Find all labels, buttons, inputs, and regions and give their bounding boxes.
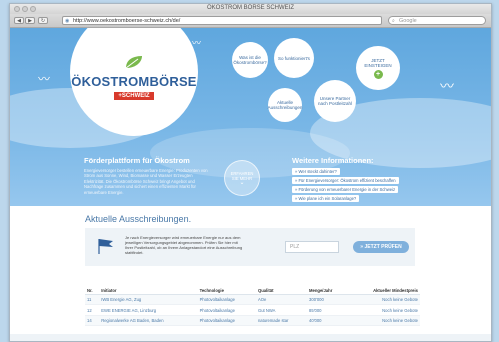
search-icon: ⌕ [392,18,395,24]
bird-icon: 〰 [440,78,454,94]
desktop-background: ÖKOSTROM BÖRSE SCHWEIZ ◀ ▶ ↻ ◉ http://ww… [0,0,499,342]
hero-right-title: Weitere Informationen: [292,156,374,165]
info-link[interactable]: » Förderung von erneuerbarer Energie in … [292,186,399,193]
bubble-how-it-works[interactable]: So funktioniert's [274,38,314,78]
info-link[interactable]: » Wer steckt dahinter? [292,168,340,175]
plz-input[interactable]: PLZ [285,241,339,253]
bubble-label: JETZT EINSTEIGEN [364,57,392,68]
address-bar[interactable]: ◉ http://www.oekostromboerse-schweiz.ch/… [62,16,382,25]
info-link[interactable]: » Für Energieversorger: Ökostrom effizie… [292,177,399,184]
cell-nr: 12 [85,304,100,316]
logo-text: ÖKOSTROMBÖRSE [71,74,197,89]
learn-more-button[interactable]: ERFAHREN SIE MEHR ⌄ [224,160,260,196]
bubble-label: Unsere Partner nach Postleitzahl [317,96,353,106]
column-header: Aktueller Mindestpreis [347,286,420,295]
column-header: Nr. [85,286,100,295]
plus-icon: + [373,69,383,79]
check-now-button[interactable]: » JETZT PRÜFEN [353,241,409,253]
search-placeholder: Google [399,18,417,24]
hero-left-title: Förderplattform für Ökostrom [84,156,190,165]
learn-more-label: ERFAHREN SIE MEHR [230,170,254,181]
bubble-what-is[interactable]: Was ist die Ökostrombörse? [232,42,268,78]
column-header: Menge/Jahr [307,286,348,295]
cell-quantity: 300'000 [307,294,348,306]
bubble-partners[interactable]: Unsere Partner nach Postleitzahl [314,80,356,122]
site-favicon-icon: ◉ [65,18,70,24]
cell-nr: 11 [85,294,100,306]
flag-icon [98,239,113,254]
reload-icon[interactable]: ↻ [38,17,48,24]
cell-technology: Photovoltaikanlage [197,304,256,316]
bubble-label: So funktioniert's [278,55,310,61]
cell-initiator[interactable]: Regionalwerke AG Baden, Baden [99,315,198,327]
table-row[interactable]: 11 IWB Energie AG, Zug Photovoltaikanlag… [85,294,420,306]
bubble-tenders[interactable]: Aktuelle Ausschreibungen [268,88,302,122]
forward-arrow-icon[interactable]: ▶ [25,17,35,24]
table-header-row: Nr. Initiator Technologie Qualität Menge… [85,286,420,295]
plz-search-box: Je nach Energieversorger wird erneuerbar… [85,228,415,266]
cell-quality: AOe [255,294,308,306]
table-row[interactable]: 12 EWE ENERGIE AG, Linzburg Photovoltaik… [85,304,420,316]
search-field[interactable]: ⌕ Google [388,16,486,25]
cell-quantity: 40'000 [307,315,348,327]
cell-technology: Photovoltaikanlage [197,315,256,327]
cell-quality: naturemade star [255,315,308,327]
browser-toolbar: ◀ ▶ ↻ ◉ http://www.oekostromboerse-schwe… [10,14,491,28]
back-arrow-icon[interactable]: ◀ [14,17,24,24]
cell-quantity: 85'000 [307,304,348,316]
tenders-table: Nr. Initiator Technologie Qualität Menge… [85,286,420,327]
footer-bar [10,334,491,341]
bubble-join-now[interactable]: JETZT EINSTEIGEN + [356,46,400,90]
page-content: 〰 〰 〰 ÖKOSTROMBÖRSE +SCHWEIZ Was ist die… [10,28,491,341]
browser-window: ÖKOSTROM BÖRSE SCHWEIZ ◀ ▶ ↻ ◉ http://ww… [9,3,492,342]
cell-initiator[interactable]: IWB Energie AG, Zug [99,294,198,306]
bubble-label: Was ist die Ökostrombörse? [233,55,267,65]
cell-min-price: Noch keine Gebote [347,315,420,327]
info-link[interactable]: » Wie plane ich ein Solaranlage? [292,195,360,202]
column-header: Qualität [255,286,308,295]
tenders-section: Aktuelle Ausschreibungen. Je nach Energi… [10,206,491,341]
cell-min-price: Noch keine Gebote [347,304,420,316]
hero-left-body: Energieversorger bestellen erneuerbare E… [84,168,208,195]
address-url: http://www.oekostromboerse-schweiz.ch/de… [73,18,181,24]
leaf-logo-icon [125,56,142,69]
bird-icon: 〰 [38,72,51,86]
logo-badge: +SCHWEIZ [114,92,154,100]
hero-section: 〰 〰 〰 ÖKOSTROMBÖRSE +SCHWEIZ Was ist die… [10,28,491,206]
cell-initiator[interactable]: EWE ENERGIE AG, Linzburg [99,304,198,316]
bubble-label: Aktuelle Ausschreibungen [267,100,303,110]
window-title: ÖKOSTROM BÖRSE SCHWEIZ [206,5,294,11]
cell-technology: Photovoltaikanlage [197,294,256,306]
table-row[interactable]: 14 Regionalwerke AG Baden, Baden Photovo… [85,315,420,327]
plz-intro-text: Je nach Energieversorger wird erneuerbar… [125,235,243,255]
cell-quality: Gut NWA [255,304,308,316]
section-title: Aktuelle Ausschreibungen. [85,214,192,224]
cell-nr: 14 [85,315,100,327]
column-header: Technologie [197,286,256,295]
chevron-down-icon: ⌄ [239,179,245,186]
column-header: Initiator [99,286,198,295]
cell-min-price: Noch keine Gebote [347,294,420,306]
